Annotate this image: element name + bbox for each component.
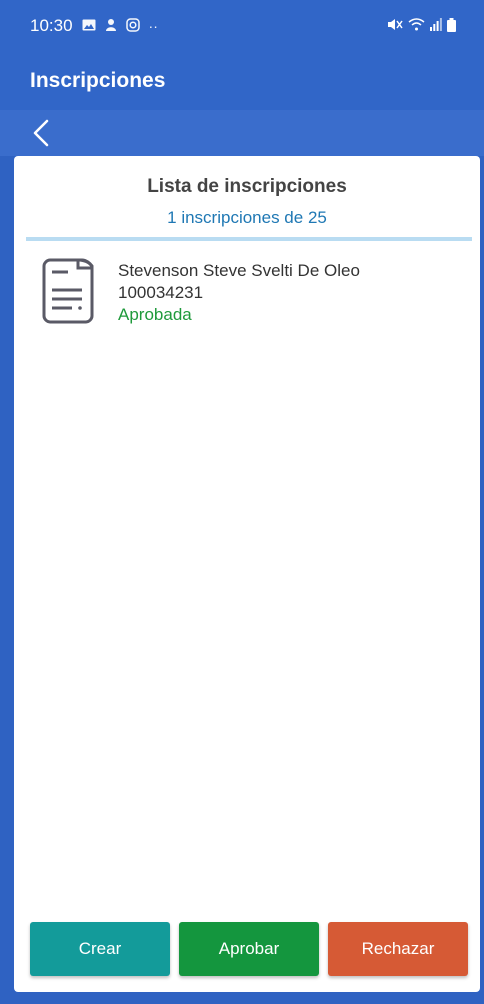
create-button[interactable]: Crear — [30, 922, 170, 976]
list-count: 1 inscripciones de 25 — [167, 208, 327, 227]
header-divider — [26, 237, 472, 241]
wifi-icon — [408, 18, 425, 34]
item-name: Stevenson Steve Svelti De Oleo — [118, 261, 360, 280]
app-title: Inscripciones — [30, 69, 166, 92]
navigation-bar — [0, 110, 484, 156]
action-buttons: Crear Aprobar Rechazar — [30, 922, 470, 976]
list-item[interactable]: Stevenson Steve Svelti De Oleo 100034231… — [26, 252, 472, 342]
back-button[interactable] — [24, 116, 58, 150]
item-id: 100034231 — [118, 283, 204, 302]
document-icon — [42, 256, 98, 329]
instagram-icon — [125, 17, 140, 35]
item-status: Aprobada — [118, 305, 192, 324]
mute-icon — [387, 18, 403, 34]
status-time: 10:30 — [30, 16, 73, 35]
battery-icon — [447, 17, 456, 35]
status-bar: 10:30 ·· — [0, 0, 484, 52]
more-dots-icon: ·· — [148, 18, 158, 34]
list-title: Lista de inscripciones — [147, 176, 347, 197]
status-right — [387, 17, 456, 35]
reject-button[interactable]: Rechazar — [328, 922, 468, 976]
back-arrow-icon — [33, 119, 49, 147]
inscriptions-card: Lista de inscripciones 1 inscripciones d… — [14, 156, 480, 992]
person-icon — [105, 18, 117, 35]
approve-button[interactable]: Aprobar — [179, 922, 319, 976]
gallery-icon — [82, 18, 96, 34]
list-item-text: Stevenson Steve Svelti De Oleo 100034231… — [118, 260, 360, 326]
app-bar: Inscripciones — [0, 52, 484, 110]
signal-icon — [430, 18, 442, 34]
status-left: 10:30 ·· — [30, 16, 158, 36]
